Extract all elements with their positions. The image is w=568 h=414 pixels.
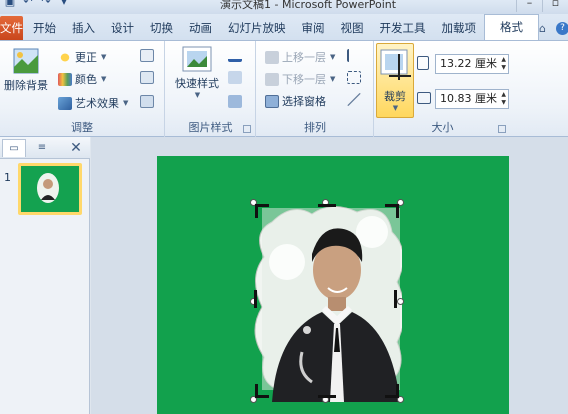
restore-icon[interactable]: ▫ xyxy=(542,0,568,12)
tab-transitions[interactable]: 切换 xyxy=(142,16,181,40)
quick-styles-icon xyxy=(182,46,212,72)
picture-effects-icon[interactable] xyxy=(228,71,242,84)
bring-forward-icon xyxy=(265,50,279,64)
customize-icon[interactable]: ▾ xyxy=(58,0,70,8)
minimize-ribbon-icon[interactable]: ⌂ xyxy=(539,22,546,35)
remove-background-button[interactable]: 删除背景 xyxy=(2,47,50,93)
panel-tabs: ▭ ≡ ✕ xyxy=(0,137,90,159)
tab-tools: ⌂ ? xyxy=(539,16,568,40)
quick-styles-button[interactable]: 快速样式 ▼ xyxy=(170,45,224,99)
group-label-adjust: 调整 xyxy=(71,121,93,134)
photo-image xyxy=(254,206,405,402)
tab-home[interactable]: 开始 xyxy=(25,16,64,40)
group-picture-styles: 快速样式 ▼ 图片样式 xyxy=(166,41,256,137)
picture-layout-icon[interactable] xyxy=(228,95,242,108)
artistic-effects-button[interactable]: 艺术效果 ▼ xyxy=(58,95,128,111)
align-icon[interactable] xyxy=(347,49,361,62)
quick-access-toolbar: ▣ ↶ ↷ ▾ xyxy=(4,0,70,8)
reset-picture-icon[interactable] xyxy=(140,95,154,108)
tab-view[interactable]: 视图 xyxy=(333,16,372,40)
tab-review[interactable]: 审阅 xyxy=(294,16,333,40)
compress-pictures-icon[interactable] xyxy=(140,49,154,62)
slides-tab-icon[interactable]: ▭ xyxy=(2,139,26,157)
outline-tab-icon[interactable]: ≡ xyxy=(30,139,54,157)
width-icon xyxy=(417,92,431,104)
group-label-arrange: 排列 xyxy=(304,121,326,134)
corrections-button[interactable]: 更正 ▼ xyxy=(58,49,106,65)
artistic-effects-icon xyxy=(58,96,72,110)
height-stepper-icon[interactable]: ▲ ▼ xyxy=(501,56,506,72)
height-input[interactable]: 13.22 厘米 ▲ ▼ xyxy=(435,54,509,74)
title-bar: ▣ ↶ ↷ ▾ 演示文稿1 - Microsoft PowerPoint – ▫ xyxy=(0,0,568,14)
rotate-icon[interactable] xyxy=(347,93,361,106)
thumbnail-photo xyxy=(37,173,59,203)
crop-handle[interactable] xyxy=(393,290,397,308)
size-dialog-launcher-icon[interactable] xyxy=(498,125,506,133)
crop-handle[interactable] xyxy=(255,204,269,218)
sun-icon xyxy=(58,50,72,64)
cropped-photo[interactable] xyxy=(250,199,405,403)
window-title: 演示文稿1 - Microsoft PowerPoint xyxy=(220,0,397,11)
change-picture-icon[interactable] xyxy=(140,71,154,84)
selection-pane-button[interactable]: 选择窗格 xyxy=(265,93,326,109)
editing-area xyxy=(91,137,568,414)
color-button[interactable]: 颜色 ▼ xyxy=(58,71,106,87)
tab-format[interactable]: 格式 xyxy=(484,14,539,40)
tab-addins[interactable]: 加载项 xyxy=(434,16,485,40)
crop-handle[interactable] xyxy=(385,204,399,218)
help-icon[interactable]: ? xyxy=(555,21,568,35)
tab-file[interactable]: 文件 xyxy=(0,16,23,40)
slide-number: 1 xyxy=(4,171,11,184)
tab-slideshow[interactable]: 幻灯片放映 xyxy=(220,16,294,40)
slides-panel: ▭ ≡ ✕ 1 xyxy=(0,137,90,414)
ribbon-tabs: 文件 开始 插入 设计 切换 动画 幻灯片放映 审阅 视图 开发工具 加载项 格… xyxy=(0,14,568,40)
redo-icon[interactable]: ↷ xyxy=(40,0,52,8)
ribbon: 删除背景 更正 ▼ 颜色 ▼ 艺术效果 ▼ 调整 快速样式 ▼ 图片样式 上移一… xyxy=(0,40,568,137)
bring-forward-button[interactable]: 上移一层 ▼ xyxy=(265,49,335,65)
tab-design[interactable]: 设计 xyxy=(103,16,142,40)
crop-handle[interactable] xyxy=(318,204,336,208)
undo-icon[interactable]: ↶ xyxy=(22,0,34,8)
tab-developer[interactable]: 开发工具 xyxy=(372,16,434,40)
close-panel-icon[interactable]: ✕ xyxy=(64,139,88,157)
slide-thumbnail[interactable] xyxy=(18,163,82,215)
group-objects-icon[interactable] xyxy=(347,71,361,84)
thumbnail-slide xyxy=(21,166,79,212)
crop-handle[interactable] xyxy=(254,290,258,308)
group-label-size: 大小 xyxy=(431,121,454,134)
tab-insert[interactable]: 插入 xyxy=(64,16,103,40)
height-icon xyxy=(417,56,429,70)
send-backward-icon xyxy=(265,72,279,86)
send-backward-button[interactable]: 下移一层 ▼ xyxy=(265,71,335,87)
group-label-picture-styles: 图片样式 xyxy=(188,121,233,134)
selection-pane-icon xyxy=(265,94,279,108)
slide-canvas[interactable] xyxy=(157,156,509,414)
group-adjust: 删除背景 更正 ▼ 颜色 ▼ 艺术效果 ▼ 调整 xyxy=(0,41,165,137)
crop-button[interactable]: 裁剪 ▼ xyxy=(376,43,414,118)
picture-border-icon[interactable] xyxy=(228,49,242,62)
dialog-launcher-icon[interactable] xyxy=(243,125,251,133)
window-controls: – ▫ xyxy=(516,0,568,12)
palette-icon xyxy=(58,72,72,86)
crop-handle[interactable] xyxy=(255,384,269,398)
save-icon[interactable]: ▣ xyxy=(4,0,16,8)
resize-handle[interactable] xyxy=(397,298,404,305)
crop-handle[interactable] xyxy=(385,384,399,398)
crop-handle[interactable] xyxy=(318,394,336,398)
remove-background-icon xyxy=(13,48,39,74)
width-stepper-icon[interactable]: ▲ ▼ xyxy=(501,91,506,107)
minimize-icon[interactable]: – xyxy=(516,0,542,12)
crop-icon xyxy=(380,49,411,80)
group-arrange: 上移一层 ▼ 下移一层 ▼ 选择窗格 排列 xyxy=(257,41,374,137)
width-input[interactable]: 10.83 厘米 ▲ ▼ xyxy=(435,89,509,109)
group-size: 裁剪 ▼ 13.22 厘米 ▲ ▼ 10.83 厘米 ▲ ▼ 大小 xyxy=(375,41,510,137)
tab-animations[interactable]: 动画 xyxy=(181,16,220,40)
